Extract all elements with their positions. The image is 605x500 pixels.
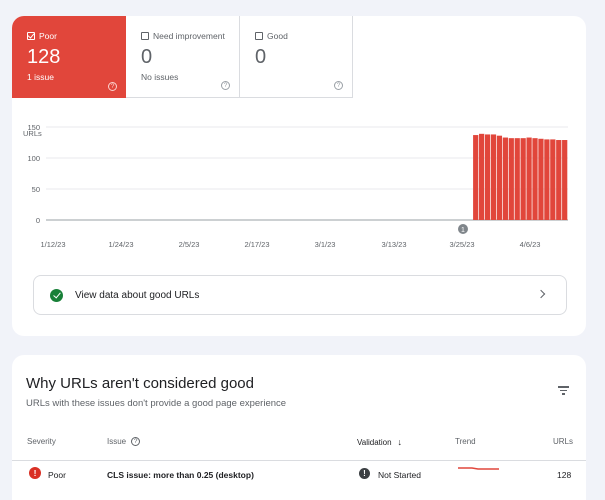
issues-title: Why URLs aren't considered good	[26, 375, 254, 392]
trend-sparkline	[458, 467, 499, 470]
bar[interactable]	[473, 135, 479, 220]
row-issue: CLS issue: more than 0.25 (desktop)	[107, 470, 254, 480]
help-icon[interactable]: ?	[108, 82, 117, 91]
bar[interactable]	[544, 139, 550, 220]
y-tick-label: 100	[27, 154, 40, 163]
tile-poor-sub: 1 issue	[27, 72, 54, 82]
row-urls: 128	[557, 470, 572, 480]
y-tick-label: 150	[27, 123, 40, 132]
help-icon[interactable]: ?	[131, 437, 141, 447]
y-tick-label: 0	[36, 216, 40, 225]
annotation-label: 1	[461, 227, 465, 234]
tile-need-value: 0	[141, 46, 153, 68]
issues-card: Why URLs aren't considered good URLs wit…	[12, 355, 586, 500]
urls-chart: URLs 150100500 1/12/23 1/24/23 2/5/23 2/17/…	[23, 123, 568, 249]
bar[interactable]	[532, 138, 538, 220]
tile-need-sub: No issues	[141, 72, 179, 82]
bar[interactable]	[502, 137, 508, 220]
check-circle-icon	[50, 288, 63, 302]
tile-poor-label: Poor	[39, 31, 57, 41]
help-icon[interactable]: ?	[221, 81, 230, 90]
tile-need-label: Need improvement	[153, 31, 225, 41]
tile-need-improvement[interactable]: Need improvement 0 No issues ?	[126, 16, 240, 98]
header-issue-label: Issue	[107, 437, 127, 446]
issues-subtitle: URLs with these issues don't provide a g…	[26, 398, 287, 409]
view-good-urls-label: View data about good URLs	[75, 289, 200, 301]
view-good-urls-button[interactable]: View data about good URLs	[33, 275, 567, 315]
bar[interactable]	[562, 140, 568, 220]
header-validation-label: Validation	[357, 438, 392, 447]
bar[interactable]	[514, 138, 520, 220]
y-tick-label: 50	[32, 185, 40, 194]
error-icon: !	[29, 467, 41, 479]
x-tick-label: 3/13/23	[381, 240, 406, 249]
x-tick-label: 1/12/23	[40, 240, 65, 249]
header-urls: URLs	[553, 437, 574, 446]
summary-card: Poor 128 1 issue ? Need improvement 0 No…	[12, 16, 586, 336]
bar[interactable]	[490, 134, 497, 220]
bar[interactable]	[556, 140, 562, 220]
filter-icon[interactable]	[558, 386, 569, 395]
header-trend: Trend	[455, 437, 476, 446]
bar[interactable]	[479, 133, 485, 220]
row-severity: Poor	[48, 470, 66, 480]
x-tick-label: 1/24/23	[108, 240, 133, 249]
x-tick-label: 2/5/23	[179, 240, 200, 249]
x-tick-label: 3/25/23	[449, 240, 474, 249]
info-icon: !	[359, 468, 370, 479]
header-issue: Issue?	[107, 437, 141, 447]
tile-poor[interactable]: Poor 128 1 issue ?	[12, 16, 126, 98]
bar[interactable]	[484, 134, 491, 220]
bar[interactable]	[550, 139, 556, 220]
bar[interactable]	[508, 138, 514, 220]
tile-good[interactable]: Good 0 ?	[240, 16, 353, 98]
x-tick-label: 4/6/23	[520, 240, 541, 249]
bar[interactable]	[538, 138, 544, 220]
chevron-right-icon	[536, 289, 546, 299]
divider	[12, 460, 586, 461]
row-validation: Not Started	[378, 470, 421, 480]
tile-good-value: 0	[255, 46, 267, 68]
header-severity: Severity	[27, 437, 56, 446]
tile-poor-value: 128	[27, 46, 61, 68]
help-icon[interactable]: ?	[334, 81, 343, 90]
bar[interactable]	[520, 138, 526, 220]
arrow-down-icon: ↓	[397, 437, 403, 447]
checkbox-unchecked[interactable]	[255, 32, 263, 40]
x-tick-label: 2/17/23	[244, 240, 269, 249]
checkbox-checked[interactable]	[27, 32, 35, 40]
bar[interactable]	[496, 135, 503, 220]
tile-good-label: Good	[267, 31, 288, 41]
checkbox-unchecked[interactable]	[141, 32, 149, 40]
bar[interactable]	[526, 137, 532, 220]
header-validation[interactable]: Validation ↓	[357, 437, 402, 447]
x-tick-label: 3/1/23	[315, 240, 336, 249]
